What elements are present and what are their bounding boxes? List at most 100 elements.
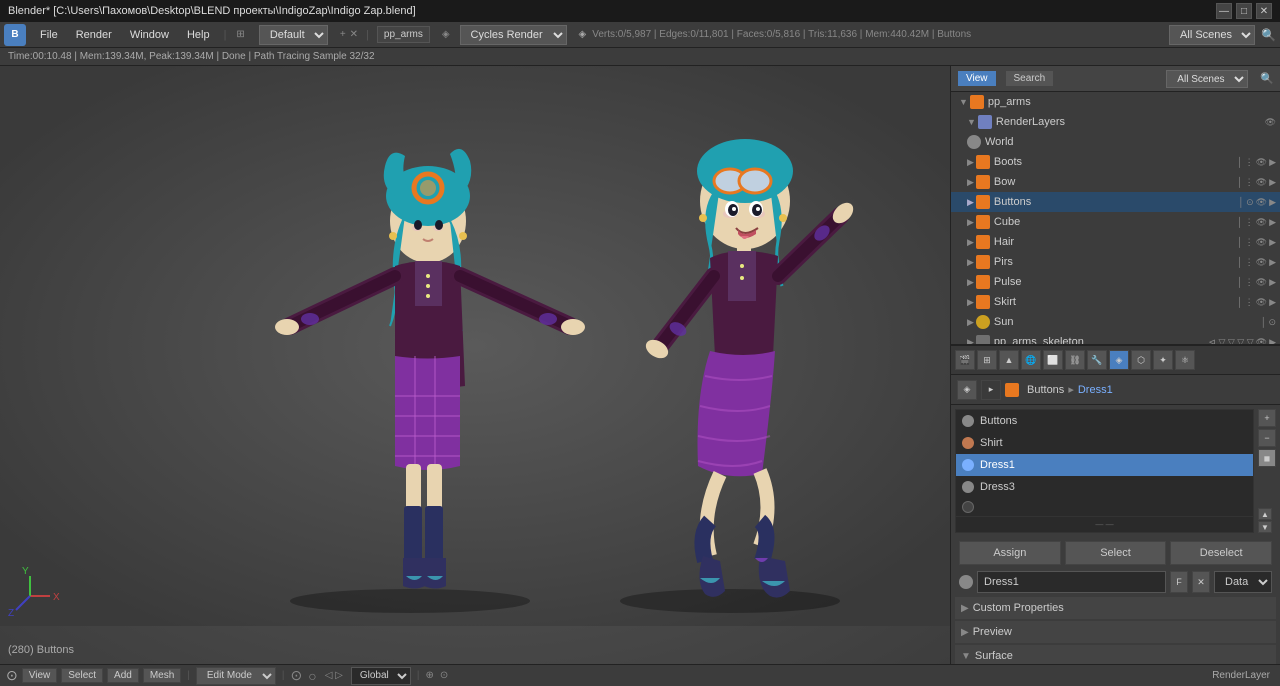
assign-button[interactable]: Assign [959, 541, 1061, 565]
scene-input[interactable]: pp_arms [377, 26, 430, 43]
prop-icon-physics[interactable]: ⚛ [1175, 350, 1195, 370]
minimize-button[interactable]: — [1216, 3, 1232, 19]
material-shirt[interactable]: Shirt [956, 432, 1253, 454]
mat-data-select[interactable]: Data [1214, 571, 1272, 593]
mat-x-button[interactable]: ✕ [1192, 571, 1210, 593]
breadcrumb-buttons[interactable]: Buttons [1027, 384, 1064, 396]
skirt-vis-icon[interactable]: │ [1237, 297, 1243, 308]
mat-f-button[interactable]: F [1170, 571, 1188, 593]
cube-render-icon[interactable]: ⋮ [1245, 217, 1254, 228]
sun-render-icon[interactable]: ⊙ [1268, 317, 1276, 328]
scroll-down-button[interactable]: ▼ [1258, 521, 1272, 533]
snap-icon[interactable]: ⊕ [425, 670, 433, 681]
select-button[interactable]: Select [61, 668, 103, 683]
hair-arrow-icon[interactable]: ▶ [1269, 237, 1276, 248]
skirt-arrow-icon[interactable]: ▶ [1269, 297, 1276, 308]
prop-icon-constraints[interactable]: ⛓ [1065, 350, 1085, 370]
select-button[interactable]: Select [1065, 541, 1167, 565]
prop-icon-world[interactable]: 🌐 [1021, 350, 1041, 370]
outliner-tab-search[interactable]: Search [1005, 70, 1055, 87]
prop-nav-fwd[interactable]: ▸ [981, 380, 1001, 400]
cube-arrow-icon[interactable]: ▶ [1269, 217, 1276, 228]
pirs-vis-icon[interactable]: │ [1237, 257, 1243, 268]
viewport-3d[interactable]: X Y Z (280) Buttons [0, 66, 950, 664]
renderlayers-vis-icon[interactable]: 👁 [1265, 117, 1276, 128]
outliner-body[interactable]: ▼ pp_arms ▼ RenderLayers 👁 World [951, 92, 1280, 344]
mesh-button[interactable]: Mesh [143, 668, 181, 683]
pulse-arrow-icon[interactable]: ▶ [1269, 277, 1276, 288]
menu-file[interactable]: File [32, 27, 66, 43]
outliner-item-bow[interactable]: ▶ Bow │ ⋮ 👁 ▶ [951, 172, 1280, 192]
prop-icon-object[interactable]: ⬜ [1043, 350, 1063, 370]
prop-icon-data[interactable]: ◈ [1109, 350, 1129, 370]
skel-vis-icon[interactable]: 👁 [1256, 337, 1267, 345]
buttons-vis-icon[interactable]: │ [1238, 197, 1244, 208]
bow-eye-icon[interactable]: 👁 [1256, 177, 1267, 188]
bow-render-icon[interactable]: ⋮ [1245, 177, 1254, 188]
outliner-item-renderlayers[interactable]: ▼ RenderLayers 👁 [951, 112, 1280, 132]
buttons-eye-icon[interactable]: 👁 [1256, 197, 1267, 208]
prop-edit-icon[interactable]: ⊙ [440, 670, 448, 681]
global-select[interactable]: Global [351, 667, 411, 685]
outliner-item-pirs[interactable]: ▶ Pirs │ ⋮ 👁 ▶ [951, 252, 1280, 272]
hair-eye-icon[interactable]: 👁 [1256, 237, 1267, 248]
engine-select[interactable]: Cycles Render [460, 25, 567, 45]
prop-icon-render[interactable]: 🎬 [955, 350, 975, 370]
prop-icon-modifier[interactable]: 🔧 [1087, 350, 1107, 370]
boots-render-icon[interactable]: ⋮ [1245, 157, 1254, 168]
add-button[interactable]: Add [107, 668, 139, 683]
pirs-arrow-icon[interactable]: ▶ [1269, 257, 1276, 268]
preview-section[interactable]: ▶ Preview [955, 621, 1276, 643]
outliner-item-skirt[interactable]: ▶ Skirt │ ⋮ 👁 ▶ [951, 292, 1280, 312]
prop-nav-back[interactable]: ◈ [957, 380, 977, 400]
boots-arrow-icon[interactable]: ▶ [1269, 157, 1276, 168]
skel-arrow-icon[interactable]: ▶ [1269, 337, 1276, 345]
sun-vis-icon[interactable]: │ [1261, 317, 1267, 328]
hair-render-icon[interactable]: ⋮ [1245, 237, 1254, 248]
outliner-item-hair[interactable]: ▶ Hair │ ⋮ 👁 ▶ [951, 232, 1280, 252]
outliner-item-world[interactable]: World [951, 132, 1280, 152]
prop-icon-particle[interactable]: ✦ [1153, 350, 1173, 370]
prop-icon-material[interactable]: ⬡ [1131, 350, 1151, 370]
search-icon[interactable]: 🔍 [1261, 28, 1276, 42]
outliner-item-pulse[interactable]: ▶ Pulse │ ⋮ 👁 ▶ [951, 272, 1280, 292]
boots-eye-icon[interactable]: 👁 [1256, 157, 1267, 168]
skirt-render-icon[interactable]: ⋮ [1245, 297, 1254, 308]
material-dress1[interactable]: Dress1 [956, 454, 1253, 476]
outliner-search-icon[interactable]: 🔍 [1260, 72, 1274, 85]
material-name-input[interactable] [977, 571, 1166, 593]
mat-add-button[interactable]: + [1258, 409, 1276, 427]
buttons-render-icon[interactable]: ⊙ [1246, 197, 1254, 208]
material-buttons[interactable]: Buttons [956, 410, 1253, 432]
bottom-sphere-icon[interactable]: ⊙ [6, 667, 18, 684]
outliner-item-pparms[interactable]: ▼ pp_arms [951, 92, 1280, 112]
pulse-vis-icon[interactable]: │ [1237, 277, 1243, 288]
prop-icon-layers[interactable]: ⊞ [977, 350, 997, 370]
cube-eye-icon[interactable]: 👁 [1256, 217, 1267, 228]
deselect-button[interactable]: Deselect [1170, 541, 1272, 565]
menu-render[interactable]: Render [68, 27, 120, 43]
mat-remove-button[interactable]: − [1258, 429, 1276, 447]
boots-vis-icon[interactable]: │ [1237, 157, 1243, 168]
layout-select[interactable]: Default [259, 25, 328, 45]
outliner-item-boots[interactable]: ▶ Boots │ ⋮ 👁 ▶ [951, 152, 1280, 172]
blender-logo[interactable]: B [4, 24, 26, 46]
mat-copy-button[interactable]: ◼ [1258, 449, 1276, 467]
close-button[interactable]: ✕ [1256, 3, 1272, 19]
skel-icons[interactable]: ⊲ ▽ ▽ ▽ ▽ [1208, 337, 1253, 345]
all-scenes-select[interactable]: All Scenes [1169, 25, 1255, 45]
material-empty[interactable] [956, 498, 1253, 516]
hair-vis-icon[interactable]: │ [1237, 237, 1243, 248]
pirs-render-icon[interactable]: ⋮ [1245, 257, 1254, 268]
view-button[interactable]: View [22, 668, 58, 683]
cube-vis-icon[interactable]: │ [1237, 217, 1243, 228]
scene-filter-select[interactable]: All Scenes [1166, 70, 1248, 88]
menu-window[interactable]: Window [122, 27, 177, 43]
bow-arrow-icon[interactable]: ▶ [1269, 177, 1276, 188]
breadcrumb-dress1[interactable]: Dress1 [1078, 384, 1113, 396]
menu-help[interactable]: Help [179, 27, 218, 43]
bow-vis-icon[interactable]: │ [1237, 177, 1243, 188]
scroll-up-button[interactable]: ▲ [1258, 508, 1272, 520]
pulse-eye-icon[interactable]: 👁 [1256, 277, 1267, 288]
outliner-item-buttons[interactable]: ▶ Buttons │ ⊙ 👁 ▶ [951, 192, 1280, 212]
